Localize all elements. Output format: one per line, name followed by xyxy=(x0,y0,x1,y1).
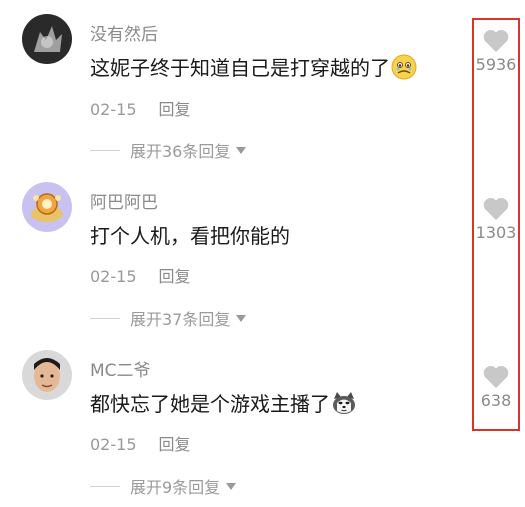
divider-dash xyxy=(90,317,120,319)
like-count: 1303 xyxy=(475,223,517,242)
username[interactable]: 阿巴阿巴 xyxy=(90,188,158,213)
crying-face-emoji-icon xyxy=(391,54,417,80)
comment-date: 02-15 xyxy=(90,100,137,119)
expand-replies-label: 展开9条回复 xyxy=(130,478,221,497)
divider-dash xyxy=(90,485,120,487)
like-button[interactable]: 1303 xyxy=(466,196,525,242)
like-button[interactable]: 638 xyxy=(466,364,525,410)
reply-button[interactable]: 回复 xyxy=(159,435,191,454)
like-button[interactable]: 5936 xyxy=(466,28,525,74)
reply-button[interactable]: 回复 xyxy=(159,100,191,119)
like-count: 5936 xyxy=(475,55,517,74)
expand-replies-button[interactable]: 展开37条回复 xyxy=(90,306,247,330)
username[interactable]: MC二爷 xyxy=(90,356,151,381)
username[interactable]: 没有然后 xyxy=(90,20,158,45)
comment-text: 打个人机，看把你能的 xyxy=(90,220,290,249)
comment-text: 都快忘了她是个游戏主播了 xyxy=(90,388,357,417)
caret-down-icon xyxy=(226,482,237,490)
comment-meta: 02-15 回复 xyxy=(90,96,191,120)
expand-replies-label: 展开36条回复 xyxy=(130,142,231,161)
comment-date: 02-15 xyxy=(90,435,137,454)
divider-dash xyxy=(90,149,120,151)
avatar[interactable] xyxy=(22,182,72,232)
avatar[interactable] xyxy=(22,14,72,64)
comment-text: 这妮子终于知道自己是打穿越的了 xyxy=(90,52,417,81)
husky-dog-emoji-icon xyxy=(331,390,357,416)
comment-text-body: 都快忘了她是个游戏主播了 xyxy=(90,392,330,416)
caret-down-icon xyxy=(236,146,247,154)
expand-replies-button[interactable]: 展开9条回复 xyxy=(90,474,237,498)
expand-replies-button[interactable]: 展开36条回复 xyxy=(90,138,247,162)
reply-button[interactable]: 回复 xyxy=(159,267,191,286)
caret-down-icon xyxy=(236,314,247,322)
avatar[interactable] xyxy=(22,350,72,400)
comment-meta: 02-15 回复 xyxy=(90,263,191,287)
comment-meta: 02-15 回复 xyxy=(90,431,191,455)
expand-replies-label: 展开37条回复 xyxy=(130,310,231,329)
like-count: 638 xyxy=(480,391,512,410)
heart-icon xyxy=(483,365,509,388)
comment-text-body: 这妮子终于知道自己是打穿越的了 xyxy=(90,56,390,80)
comment-text-body: 打个人机，看把你能的 xyxy=(90,224,290,248)
heart-icon xyxy=(483,197,509,220)
heart-icon xyxy=(483,29,509,52)
comment-date: 02-15 xyxy=(90,267,137,286)
